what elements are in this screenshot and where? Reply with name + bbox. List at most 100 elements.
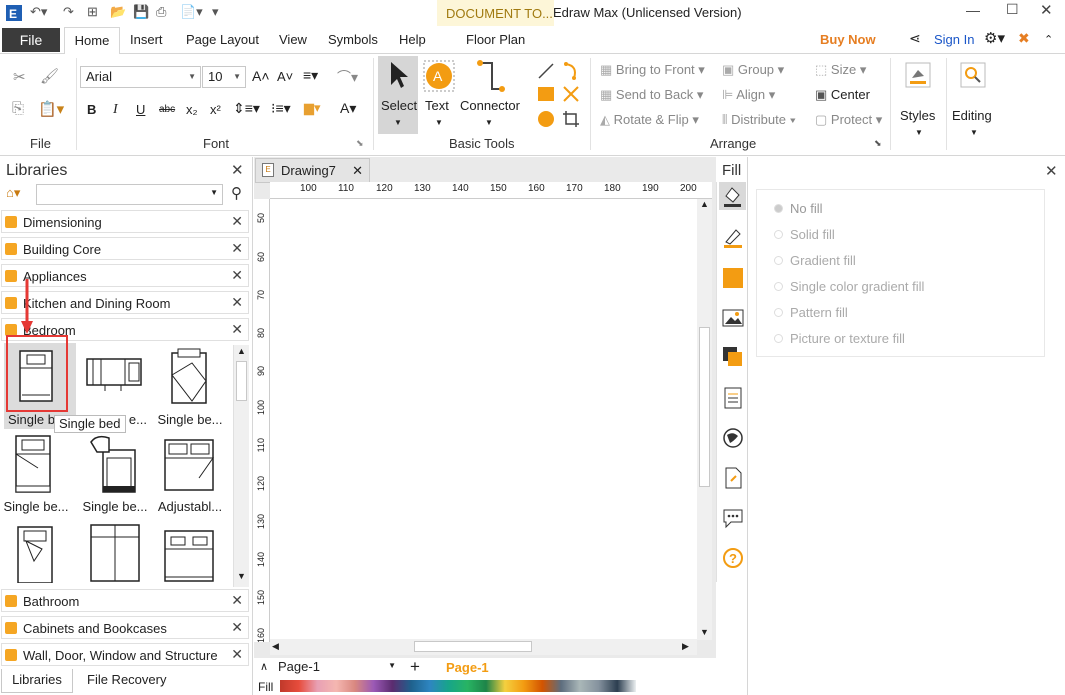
page-properties-icon[interactable] [722, 387, 744, 409]
editing-button[interactable]: Editing ▼ [950, 60, 998, 140]
canvas-horizontal-scrollbar[interactable]: ◀ ▶ [270, 639, 697, 655]
distribute-button[interactable]: ⫴ Distribute ▾ [722, 112, 796, 128]
fill-option-pattern-fill[interactable]: Pattern fill [774, 305, 848, 320]
attachment-icon[interactable] [722, 467, 744, 489]
connector-tool-button[interactable]: Connector ▼ [458, 56, 522, 134]
tab-home[interactable]: Home [64, 27, 120, 55]
shape-single-bed-4[interactable]: Single be... [79, 430, 151, 516]
undo-icon[interactable]: ↶▾ [30, 4, 47, 20]
open-icon[interactable]: 📂 [110, 4, 126, 20]
color-swatches[interactable] [280, 680, 636, 692]
fill-option-gradient-fill[interactable]: Gradient fill [774, 253, 856, 268]
image-icon[interactable] [722, 307, 744, 329]
format-painter-icon[interactable]: 🖌 [40, 67, 59, 85]
align-button[interactable]: ⊫ Align ▾ [722, 87, 775, 103]
fill-bucket-icon[interactable] [719, 182, 746, 210]
close-window-button[interactable]: ✕ [1040, 1, 1053, 19]
shrink-font-icon[interactable]: A˅ [277, 69, 293, 84]
shadow-icon[interactable] [722, 267, 744, 289]
paste-icon[interactable]: 📋▾ [38, 100, 64, 118]
ellipse-tool-icon[interactable] [537, 110, 555, 128]
tab-help[interactable]: Help [399, 32, 426, 47]
tab-floor-plan[interactable]: Floor Plan [466, 32, 525, 47]
bold-icon[interactable]: B [87, 102, 96, 117]
print-icon[interactable]: ⎙ [156, 4, 166, 20]
layer-icon[interactable] [722, 346, 744, 368]
tab-insert[interactable]: Insert [130, 32, 163, 47]
rectangle-tool-icon[interactable] [537, 85, 555, 103]
line-spacing-icon[interactable]: ⇕≡▾ [233, 100, 260, 117]
font-color-icon[interactable]: A▾ [340, 100, 356, 117]
center-button[interactable]: ▣ Center [815, 87, 870, 103]
library-dimensioning[interactable]: Dimensioning ✕ [1, 210, 249, 233]
superscript-icon[interactable]: x² [210, 102, 221, 117]
page-select[interactable]: Page-1 ▼ [278, 659, 398, 677]
libraries-bottom-tab[interactable]: Libraries [1, 669, 73, 693]
file-recovery-tab[interactable]: File Recovery [87, 672, 166, 687]
new-icon[interactable]: ⊞ [87, 4, 98, 20]
share-icon[interactable]: ⋖ [909, 30, 921, 47]
tab-file[interactable]: File [2, 28, 60, 52]
send-to-back-button[interactable]: ▦ Send to Back ▾ [600, 87, 703, 103]
tab-symbols[interactable]: Symbols [328, 32, 378, 47]
settings-gear-icon[interactable]: ⚙▾ [984, 29, 1005, 47]
document-tab[interactable]: E Drawing7 ✕ [255, 158, 370, 183]
sign-in-link[interactable]: Sign In [934, 32, 974, 47]
grow-font-icon[interactable]: A˄ [252, 68, 270, 84]
font-dialog-launcher-icon[interactable]: ⬊ [356, 138, 364, 149]
fill-option-picture-texture[interactable]: Picture or texture fill [774, 331, 905, 346]
protect-button[interactable]: ▢ Protect ▾ [815, 112, 882, 128]
library-search-input[interactable]: ▼ [36, 184, 223, 205]
fill-option-single-color-gradient[interactable]: Single color gradient fill [774, 279, 924, 294]
collapse-ribbon-icon[interactable]: ⌃ [1044, 33, 1053, 46]
font-family-select[interactable]: Arial ▼ [80, 66, 201, 88]
cross-tool-icon[interactable] [562, 85, 580, 103]
subscript-icon[interactable]: x₂ [186, 102, 198, 117]
bring-to-front-button[interactable]: ▦ Bring to Front ▾ [600, 62, 705, 78]
library-kitchen-dining[interactable]: Kitchen and Dining Room ✕ [1, 291, 249, 314]
app-logo-icon[interactable]: ✖ [1018, 30, 1030, 47]
line-style-icon[interactable] [722, 226, 744, 248]
customize-qa-icon[interactable]: ▾ [212, 4, 219, 20]
search-icon[interactable]: ⚲ [231, 184, 242, 202]
export-icon[interactable]: 📄▾ [180, 4, 203, 20]
font-size-select[interactable]: 10 ▼ [202, 66, 246, 88]
library-scrollbar[interactable]: ▲ ▼ [233, 345, 249, 587]
close-fill-panel-button[interactable]: ✕ [1045, 162, 1058, 180]
shape-double-bed[interactable] [79, 517, 151, 587]
shape-adjustable-bed[interactable]: Adjustabl... [154, 430, 226, 516]
redo-icon[interactable]: ↷ [63, 4, 74, 20]
page-tab[interactable]: Page-1 [446, 660, 489, 675]
text-curve-icon[interactable]: ⌒▾ [337, 67, 358, 87]
collapse-pages-icon[interactable]: ∧ [260, 660, 268, 673]
save-icon[interactable]: 💾 [133, 4, 149, 20]
tab-view[interactable]: View [279, 32, 307, 47]
library-wall-door-window[interactable]: Wall, Door, Window and Structure ✕ [1, 643, 249, 666]
comment-icon[interactable] [722, 507, 744, 529]
arrange-dialog-launcher-icon[interactable]: ⬊ [874, 138, 882, 149]
align-text-icon[interactable]: ≡▾ [303, 67, 318, 84]
drawing-page[interactable] [270, 199, 697, 642]
library-appliances[interactable]: Appliances ✕ [1, 264, 249, 287]
text-tool-button[interactable]: A Text ▼ [421, 56, 457, 134]
shape-single-bed-2[interactable]: Single be... [154, 343, 226, 429]
fill-option-solid-fill[interactable]: Solid fill [774, 227, 835, 242]
maximize-button[interactable]: ☐ [1006, 1, 1019, 18]
library-bathroom[interactable]: Bathroom ✕ [1, 589, 249, 612]
buy-now-link[interactable]: Buy Now [820, 32, 876, 47]
fill-option-no-fill[interactable]: No fill [774, 201, 823, 216]
shape-bed-pillows[interactable] [0, 517, 72, 587]
size-button[interactable]: ⬚ Size ▾ [815, 62, 866, 78]
select-tool-button[interactable]: Select ▼ [378, 56, 418, 134]
close-libraries-button[interactable]: ✕ [231, 161, 244, 179]
library-building-core[interactable]: Building Core ✕ [1, 237, 249, 260]
help-icon[interactable]: ? [722, 547, 744, 569]
tab-page-layout[interactable]: Page Layout [186, 32, 259, 47]
arc-tool-icon[interactable] [562, 62, 580, 80]
italic-icon[interactable]: I [113, 102, 118, 118]
underline-icon[interactable]: U [136, 102, 145, 117]
strikethrough-icon[interactable]: abc [159, 104, 175, 115]
bullets-icon[interactable]: ⁝≡▾ [271, 100, 291, 117]
styles-button[interactable]: Styles ▼ [896, 60, 940, 140]
copy-icon[interactable]: ⎘ [12, 100, 24, 117]
